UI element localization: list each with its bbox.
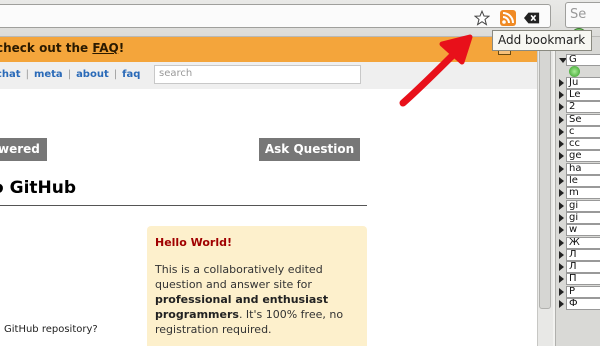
- chevron-right-icon[interactable]: [559, 164, 564, 173]
- side-tree-label: le: [566, 175, 600, 187]
- unanswered-button[interactable]: wered: [0, 138, 47, 161]
- title-divider: [0, 205, 367, 206]
- side-tree-label: ge: [566, 150, 600, 163]
- url-bar[interactable]: [0, 4, 551, 28]
- rss-feed-icon[interactable]: [500, 10, 516, 26]
- side-tree-label: Л: [566, 261, 600, 274]
- nav-links: chat|meta|about|faq: [0, 69, 140, 80]
- chevron-right-icon[interactable]: [559, 189, 564, 198]
- side-tree-item[interactable]: ha: [556, 162, 600, 175]
- side-tree-item[interactable]: 2: [556, 101, 600, 114]
- side-tree-item[interactable]: gi: [556, 211, 600, 224]
- hello-body: This is a collaboratively edited questio…: [155, 263, 344, 336]
- side-tree-item[interactable]: Le: [556, 88, 600, 101]
- top-nav: chat|meta|about|faq search: [0, 62, 537, 89]
- scroll-thumb[interactable]: [539, 49, 551, 309]
- nav-chat-link[interactable]: chat: [0, 69, 21, 80]
- side-tree-label: Ju: [566, 76, 600, 89]
- chevron-right-icon[interactable]: [559, 250, 564, 259]
- hello-title: Hello World!: [155, 236, 232, 249]
- faq-link[interactable]: FAQ: [92, 41, 118, 55]
- chevron-right-icon[interactable]: [559, 90, 564, 99]
- side-tree-label: Le: [566, 88, 600, 101]
- side-tree-item[interactable]: Se: [556, 113, 600, 126]
- side-tree-item[interactable]: ge: [556, 150, 600, 163]
- chevron-right-icon[interactable]: [559, 226, 564, 235]
- nav-meta-link[interactable]: meta: [34, 69, 63, 80]
- bookmark-star-icon[interactable]: [474, 10, 490, 26]
- chevron-right-icon[interactable]: [559, 152, 564, 161]
- side-tree-label: Ж: [566, 236, 600, 249]
- chevron-right-icon[interactable]: [559, 127, 564, 136]
- side-tree-item[interactable]: Р: [556, 285, 600, 298]
- side-tree-label: m: [566, 187, 600, 200]
- notice-bar: check out the FAQ! x: [0, 37, 537, 62]
- side-tree-item[interactable]: gi: [556, 199, 600, 212]
- side-tree-label: Ф: [566, 298, 600, 310]
- side-tree-label: gi: [566, 199, 600, 212]
- side-tree-item[interactable]: Л: [556, 248, 600, 261]
- side-tree-label: ha: [566, 162, 600, 175]
- side-tree-label: Р: [566, 285, 600, 298]
- side-tree-label: w: [566, 224, 600, 237]
- chevron-right-icon[interactable]: [559, 263, 564, 272]
- side-tree-item[interactable]: Ju: [556, 76, 600, 89]
- side-tree-status: [556, 65, 600, 78]
- side-tree-item[interactable]: le: [556, 175, 600, 187]
- side-tree-item[interactable]: Ж: [556, 236, 600, 249]
- side-tree-label: c: [566, 125, 600, 138]
- side-tree-item[interactable]: m: [556, 187, 600, 200]
- side-tree-item[interactable]: w: [556, 224, 600, 237]
- browser-search-input[interactable]: Se: [565, 2, 600, 28]
- chevron-right-icon[interactable]: [559, 300, 564, 308]
- ask-question-button[interactable]: Ask Question: [259, 138, 360, 161]
- side-panel: G Ju Le 2 Se c cc ge ha le m gi gi w Ж Л Л П Р Ф: [555, 37, 600, 346]
- chevron-right-icon[interactable]: [559, 103, 564, 112]
- status-dot-icon: [569, 66, 580, 78]
- nav-faq-link[interactable]: faq: [122, 69, 140, 80]
- page-title: o GitHub: [0, 178, 77, 198]
- chevron-right-icon[interactable]: [559, 78, 564, 87]
- side-tree-item[interactable]: Ф: [556, 298, 600, 310]
- nav-about-link[interactable]: about: [76, 69, 109, 80]
- side-tree-label: gi: [566, 211, 600, 224]
- page-viewport: check out the FAQ! x chat|meta|about|faq…: [0, 37, 537, 346]
- question-snippet[interactable]: GitHub repository?: [4, 324, 98, 335]
- chevron-right-icon[interactable]: [559, 140, 564, 149]
- site-search-input[interactable]: search: [154, 65, 361, 84]
- side-tree-label: Л: [566, 248, 600, 261]
- side-tree-item[interactable]: cc: [556, 138, 600, 151]
- clear-url-icon[interactable]: [524, 10, 540, 26]
- side-tree-item[interactable]: П: [556, 273, 600, 286]
- side-tree-label: 2: [566, 101, 600, 114]
- chevron-right-icon[interactable]: [559, 177, 564, 185]
- chevron-right-icon[interactable]: [559, 287, 564, 296]
- chevron-right-icon[interactable]: [559, 201, 564, 210]
- chevron-right-icon[interactable]: [559, 238, 564, 247]
- side-tree-item[interactable]: c: [556, 125, 600, 138]
- side-tree-label: Se: [566, 113, 600, 126]
- chevron-right-icon[interactable]: [559, 115, 564, 124]
- hello-world-box: Hello World! This is a collaboratively e…: [147, 226, 367, 346]
- side-tree-label: П: [566, 273, 600, 286]
- notice-text: check out the FAQ!: [0, 41, 125, 55]
- chevron-right-icon[interactable]: [559, 213, 564, 222]
- chevron-right-icon[interactable]: [559, 275, 564, 284]
- add-bookmark-tooltip: Add bookmark: [492, 30, 592, 51]
- page-scrollbar[interactable]: [537, 37, 553, 346]
- side-tree-label: cc: [566, 138, 600, 151]
- side-tree-item[interactable]: Л: [556, 261, 600, 274]
